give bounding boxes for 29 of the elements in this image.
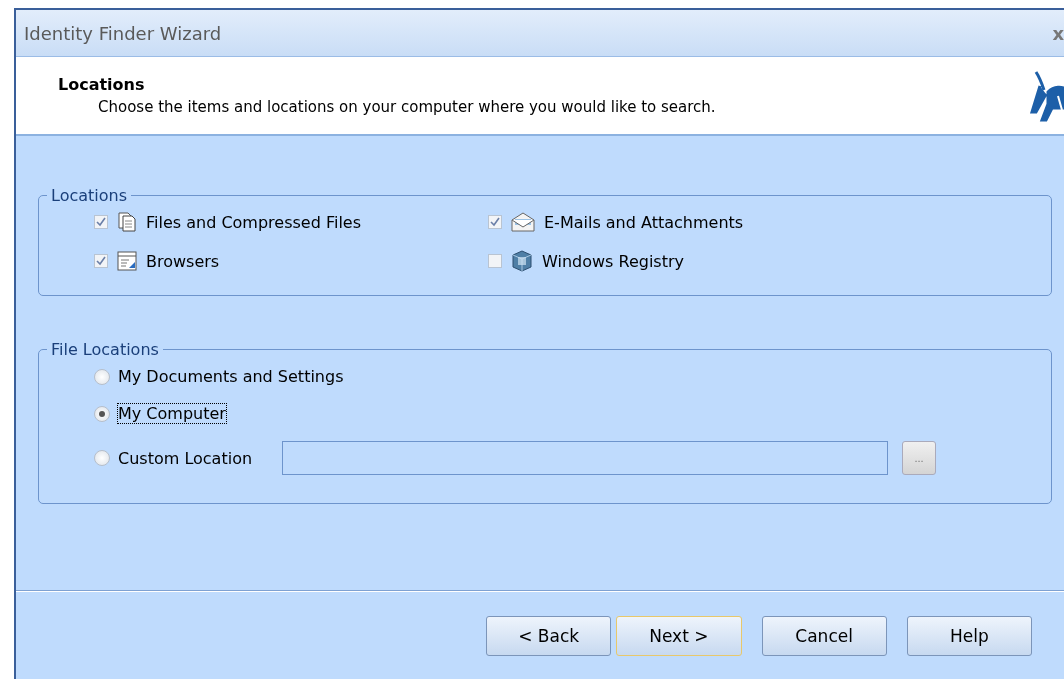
- group-title: Locations: [50, 186, 128, 205]
- window-title: Identity Finder Wizard: [24, 22, 222, 44]
- radio-button[interactable]: [94, 368, 110, 385]
- wizard-button[interactable]: < Back: [486, 616, 612, 656]
- browse-button[interactable]: ...: [902, 441, 937, 475]
- checkbox[interactable]: [94, 254, 108, 268]
- radio-label[interactable]: Custom Location: [118, 448, 253, 468]
- checkbox-label[interactable]: E-Mails and Attachments: [544, 212, 744, 232]
- radio-label[interactable]: My Documents and Settings: [118, 367, 344, 386]
- page-subtitle: Choose the items and locations on your computer where you would like to search.: [97, 98, 716, 116]
- checkbox-label[interactable]: Windows Registry: [542, 251, 684, 271]
- wizard-button[interactable]: Cancel: [761, 616, 887, 656]
- checkbox-label[interactable]: Browsers: [146, 251, 220, 271]
- group-title: File Locations: [50, 340, 160, 359]
- page-title: Locations: [58, 75, 146, 94]
- radio-button[interactable]: [94, 405, 110, 422]
- cube-icon: [510, 249, 534, 273]
- radio-label[interactable]: My Computer: [118, 404, 226, 423]
- checkbox-label[interactable]: Files and Compressed Files: [146, 212, 362, 232]
- envelope-icon: [510, 211, 536, 233]
- checkbox[interactable]: [488, 254, 502, 268]
- document-icon: [116, 211, 138, 233]
- radio-button[interactable]: [94, 450, 110, 466]
- checkbox[interactable]: [94, 215, 108, 229]
- wizard-button[interactable]: Help: [906, 616, 1032, 656]
- checkbox[interactable]: [488, 215, 502, 229]
- custom-location-field[interactable]: [282, 441, 889, 475]
- wizard-button[interactable]: Next >: [616, 616, 742, 656]
- browser-window-icon: [116, 250, 138, 272]
